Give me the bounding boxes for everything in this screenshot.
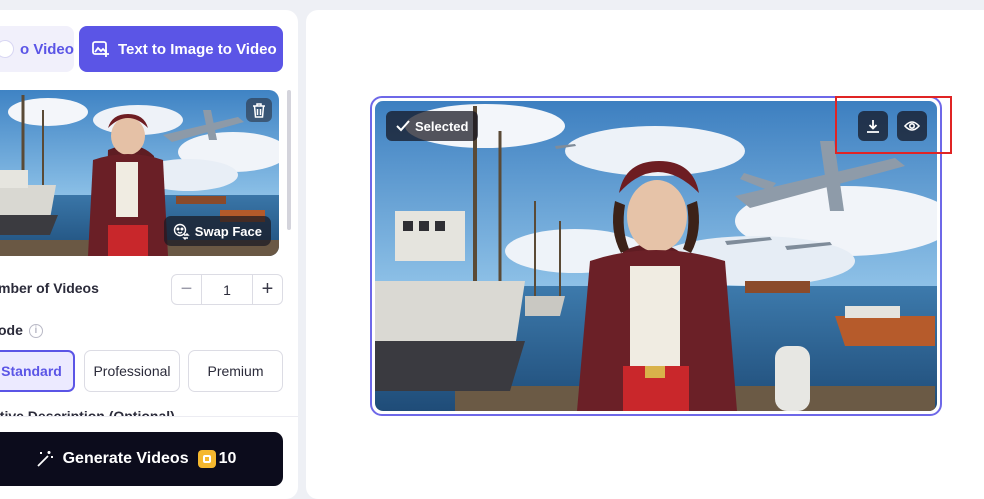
tab-image-to-video[interactable]: o Video (0, 26, 74, 72)
video-count-stepper: − 1 + (171, 274, 283, 305)
credit-coin-icon (197, 450, 216, 468)
swap-face-button[interactable]: Swap Face (163, 216, 271, 246)
negative-description-label: ative Description (Optional) (0, 408, 175, 416)
tab-label: Text to Image to Video (118, 40, 277, 58)
tab-text-to-image-to-video[interactable]: Text to Image to Video (79, 26, 283, 72)
magic-wand-icon (36, 451, 53, 467)
selected-label: Selected (415, 118, 469, 134)
trash-icon (253, 102, 265, 118)
selected-badge: Selected (386, 111, 479, 141)
info-icon[interactable]: i (28, 324, 43, 339)
tab-icon (0, 40, 14, 58)
panel-scrollbar[interactable] (287, 90, 291, 230)
mode-professional-button[interactable]: Professional (84, 350, 180, 392)
generate-videos-label: Generate Videos (62, 450, 189, 467)
source-image-thumbnail[interactable]: Swap Face (0, 90, 279, 256)
action-highlight-box (835, 96, 952, 154)
mode-label: ode (0, 322, 23, 338)
number-of-videos-label: mber of Videos (0, 280, 99, 296)
settings-panel: o Video Text to Image to Video Swap Face… (0, 10, 298, 499)
check-icon (396, 120, 410, 132)
face-swap-icon (173, 223, 190, 240)
credit-cost: 10 (218, 450, 237, 467)
swap-face-label: Swap Face (194, 223, 262, 239)
mode-heading: ode i (0, 322, 43, 339)
decrement-button[interactable]: − (172, 275, 202, 304)
generate-videos-button[interactable]: Generate Videos 10 (0, 432, 283, 486)
tab-label: o Video (20, 40, 74, 58)
mode-premium-button[interactable]: Premium (188, 350, 283, 392)
mode-standard-button[interactable]: Standard (0, 350, 75, 392)
divider (0, 416, 298, 417)
increment-button[interactable]: + (252, 275, 282, 304)
video-count-value[interactable]: 1 (202, 275, 252, 304)
delete-image-button[interactable] (246, 98, 272, 122)
image-generate-icon (92, 41, 109, 57)
